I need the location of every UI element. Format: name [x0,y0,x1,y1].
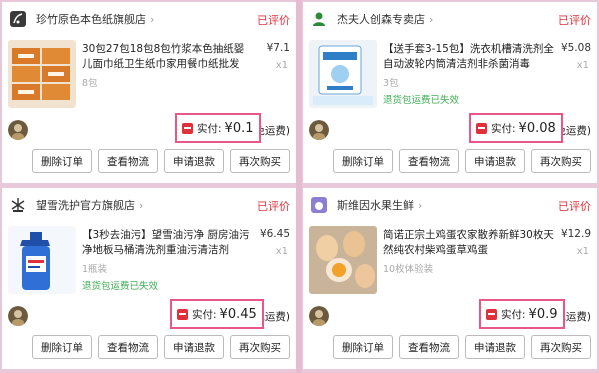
column-divider [296,0,302,373]
wallet-icon [177,308,188,320]
order-status: 已评价 [558,14,591,27]
person-logo-icon [309,9,329,29]
order-status: 已评价 [558,200,591,213]
avatar [309,120,329,140]
chevron-right-icon: › [139,198,144,212]
order-card: 斯维因水果生鲜 › 已评价 简诺正宗土鸡蛋农家散养新鲜30枚天然纯农村柴鸡蛋草鸡… [303,188,597,369]
wallet-icon [476,122,487,134]
order-card: 望雪洗护官方旗舰店 › 已评价 【3秒去油污】望雪油污净 厨房油污净地板马桶清洗… [2,188,296,369]
paid-amount-box: 实付: ¥0.45 [170,299,264,329]
product-title[interactable]: 30包27包18包8包竹浆本色抽纸婴儿面巾纸卫生纸巾家用餐巾纸批发 [82,42,254,72]
product-image[interactable] [8,226,76,294]
view-logistics-button[interactable]: 查看物流 [98,335,158,359]
product-price: ¥6.45 [259,228,290,240]
chevron-right-icon: › [418,198,423,212]
request-refund-button[interactable]: 申请退款 [164,335,224,359]
product-spec: 10枚体验装 [383,264,434,275]
wallet-icon [486,308,497,320]
product-price: ¥12.9 [560,228,591,240]
view-logistics-button[interactable]: 查看物流 [98,149,158,173]
bamboo-logo-icon [8,9,28,29]
request-refund-button[interactable]: 申请退款 [465,335,525,359]
chevron-right-icon: › [429,12,434,26]
product-spec: 1瓶装 [82,264,108,275]
paid-amount-box: 实付: ¥0.1 [175,113,261,143]
product-title[interactable]: 简诺正宗土鸡蛋农家散养新鲜30枚天然纯农村柴鸡蛋草鸡蛋 [383,228,555,258]
paid-amount: ¥0.45 [219,306,257,322]
order-status: 已评价 [257,14,290,27]
request-refund-button[interactable]: 申请退款 [465,149,525,173]
paid-amount: ¥0.08 [518,120,556,136]
order-card: 杰夫人创森专卖店 › 已评价 【送手套3-15包】洗衣机槽清洗剂全自动波轮内筒清… [303,2,597,183]
order-actions: 删除订单 查看物流 申请退款 再次购买 [333,335,591,359]
shop-name: 珍竹原色本色纸旗舰店 [36,13,146,26]
shop-name: 望雪洗护官方旗舰店 [36,199,135,212]
request-refund-button[interactable]: 申请退款 [164,149,224,173]
view-logistics-button[interactable]: 查看物流 [399,149,459,173]
delete-order-button[interactable]: 删除订单 [32,335,92,359]
shop-name: 斯维因水果生鲜 [337,199,414,212]
product-spec: 8包 [82,78,98,89]
shop-name: 杰夫人创森专卖店 [337,13,425,26]
order-actions: 删除订单 查看物流 申请退款 再次购买 [32,335,290,359]
return-shipping-tag: 退货包运费已失效 [82,281,159,292]
shop-header[interactable]: 杰夫人创森专卖店 › [303,2,597,36]
product-title[interactable]: 【送手套3-15包】洗衣机槽清洗剂全自动波轮内筒清洁剂非杀菌消毒 [383,42,555,72]
product-qty: x1 [576,60,589,71]
paid-label: 实付: [192,308,217,321]
product-spec: 3包 [383,78,399,89]
snow-logo-icon [8,195,28,215]
paid-amount-box: 实付: ¥0.08 [469,113,563,143]
return-shipping-tag: 退货包运费已失效 [383,95,460,106]
buy-again-button[interactable]: 再次购买 [230,335,290,359]
shop-header[interactable]: 珍竹原色本色纸旗舰店 › [2,2,296,36]
buy-again-button[interactable]: 再次购买 [531,149,591,173]
order-actions: 删除订单 查看物流 申请退款 再次购买 [333,149,591,173]
wallet-icon [182,122,193,134]
order-card: 珍竹原色本色纸旗舰店 › 已评价 30包27包18包8包竹浆本色抽纸婴儿面巾纸卫… [2,2,296,183]
chevron-right-icon: › [150,12,155,26]
order-status: 已评价 [257,200,290,213]
product-image[interactable] [8,40,76,108]
paid-amount-box: 实付: ¥0.9 [479,299,565,329]
product-qty: x1 [275,60,288,71]
buy-again-button[interactable]: 再次购买 [230,149,290,173]
delete-order-button[interactable]: 删除订单 [333,149,393,173]
paid-amount: ¥0.9 [528,306,558,322]
shop-header[interactable]: 斯维因水果生鲜 › [303,188,597,222]
product-image[interactable] [309,226,377,294]
product-price: ¥7.1 [266,42,290,54]
avatar [309,306,329,326]
paid-label: 实付: [491,122,516,135]
buy-again-button[interactable]: 再次购买 [531,335,591,359]
product-image[interactable] [309,40,377,108]
delete-order-button[interactable]: 删除订单 [32,149,92,173]
product-qty: x1 [576,246,589,257]
shop-header[interactable]: 望雪洗护官方旗舰店 › [2,188,296,222]
avatar [8,306,28,326]
avatar [8,120,28,140]
order-actions: 删除订单 查看物流 申请退款 再次购买 [32,149,290,173]
paid-label: 实付: [197,122,222,135]
delete-order-button[interactable]: 删除订单 [333,335,393,359]
paid-amount: ¥0.1 [224,120,254,136]
product-title[interactable]: 【3秒去油污】望雪油污净 厨房油污净地板马桶清洗剂重油污清洁剂 [82,228,254,258]
product-qty: x1 [275,246,288,257]
product-price: ¥5.08 [560,42,591,54]
paid-label: 实付: [501,308,526,321]
view-logistics-button[interactable]: 查看物流 [399,335,459,359]
fruit-logo-icon [309,195,329,215]
